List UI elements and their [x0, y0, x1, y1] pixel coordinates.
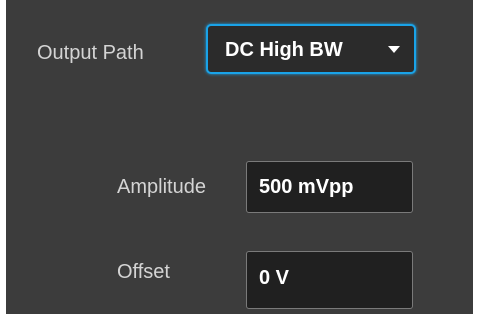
offset-label: Offset	[117, 261, 170, 283]
settings-frame: Output Path DC High BW Amplitude 500 mVp…	[0, 0, 477, 314]
offset-input[interactable]: 0 V	[246, 251, 413, 309]
offset-value: 0 V	[259, 267, 290, 289]
output-path-dropdown[interactable]: DC High BW	[206, 24, 416, 74]
amplitude-value: 500 mVpp	[259, 176, 354, 198]
amplitude-input[interactable]: 500 mVpp	[246, 161, 413, 213]
chevron-down-icon[interactable]	[388, 46, 400, 53]
output-settings-panel: Output Path DC High BW Amplitude 500 mVp…	[6, 0, 473, 314]
amplitude-label: Amplitude	[117, 176, 206, 198]
output-path-selected-value: DC High BW	[225, 39, 343, 61]
output-path-label: Output Path	[37, 42, 144, 64]
window-edge-right	[473, 0, 477, 314]
